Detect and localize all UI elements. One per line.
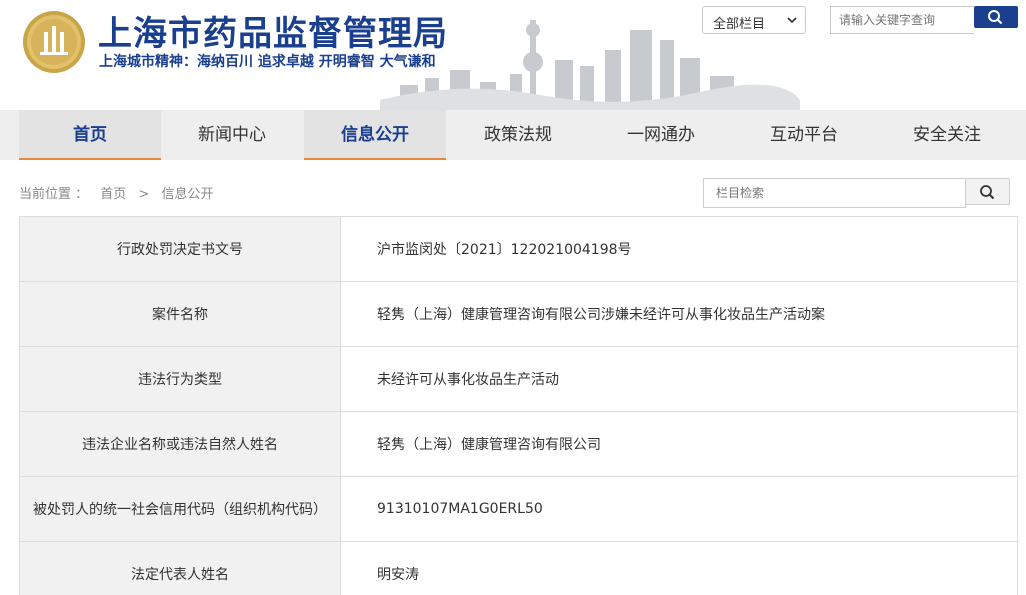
site-header: 上海市药品监督管理局 上海城市精神：海纳百川 追求卓越 开明睿智 大气谦和 全部… [0, 0, 1026, 110]
breadcrumb-separator: > [138, 187, 150, 202]
row-label: 法定代表人姓名 [19, 541, 341, 595]
row-value: 轻隽（上海）健康管理咨询有限公司 [340, 411, 1018, 477]
nav-item-interaction[interactable]: 互动平台 [733, 110, 875, 160]
table-row: 违法企业名称或违法自然人姓名 轻隽（上海）健康管理咨询有限公司 [19, 411, 1018, 477]
emblem-logo [23, 11, 85, 73]
row-label: 违法行为类型 [19, 346, 341, 412]
scope-select[interactable]: 全部栏目 [702, 6, 806, 34]
table-row: 法定代表人姓名 明安涛 [19, 541, 1018, 595]
chevron-down-icon [787, 13, 797, 27]
row-value: 沪市监闵处〔2021〕122021004198号 [340, 216, 1018, 282]
search-icon [988, 10, 1003, 25]
scope-select-value: 全部栏目 [713, 17, 766, 32]
column-search-button[interactable] [966, 178, 1010, 205]
row-label: 违法企业名称或违法自然人姓名 [19, 411, 341, 477]
nav-item-news[interactable]: 新闻中心 [161, 110, 303, 160]
table-row: 案件名称 轻隽（上海）健康管理咨询有限公司涉嫌未经许可从事化妆品生产活动案 [19, 281, 1018, 347]
penalty-detail-table: 行政处罚决定书文号 沪市监闵处〔2021〕122021004198号 案件名称 … [19, 216, 1018, 595]
breadcrumb: 当前位置 ： 首页 > 信息公开 [19, 183, 222, 202]
site-motto: 上海城市精神：海纳百川 追求卓越 开明睿智 大气谦和 [99, 54, 436, 70]
nav-item-home[interactable]: 首页 [19, 110, 161, 160]
site-title: 上海市药品监督管理局 [98, 14, 448, 54]
nav-item-safety[interactable]: 安全关注 [876, 110, 1018, 160]
nav-item-services[interactable]: 一网通办 [590, 110, 732, 160]
row-label: 行政处罚决定书文号 [19, 216, 341, 282]
table-row: 违法行为类型 未经许可从事化妆品生产活动 [19, 346, 1018, 412]
row-value: 91310107MA1G0ERL50 [340, 476, 1018, 542]
main-nav: 首页 新闻中心 信息公开 政策法规 一网通办 互动平台 安全关注 [0, 110, 1026, 160]
column-search-input[interactable] [703, 178, 966, 208]
row-label: 案件名称 [19, 281, 341, 347]
breadcrumb-prefix: 当前位置 ： [19, 187, 89, 202]
breadcrumb-home-link[interactable]: 首页 [100, 187, 126, 202]
table-row: 被处罚人的统一社会信用代码（组织机构代码） 91310107MA1G0ERL50 [19, 476, 1018, 542]
site-search-input[interactable] [830, 6, 974, 34]
row-value: 轻隽（上海）健康管理咨询有限公司涉嫌未经许可从事化妆品生产活动案 [340, 281, 1018, 347]
nav-item-disclosure[interactable]: 信息公开 [304, 110, 446, 160]
table-row: 行政处罚决定书文号 沪市监闵处〔2021〕122021004198号 [19, 216, 1018, 282]
nav-item-policy[interactable]: 政策法规 [447, 110, 589, 160]
row-label: 被处罚人的统一社会信用代码（组织机构代码） [19, 476, 341, 542]
site-search-button[interactable] [974, 6, 1018, 28]
breadcrumb-current-link[interactable]: 信息公开 [161, 187, 213, 202]
row-value: 未经许可从事化妆品生产活动 [340, 346, 1018, 412]
search-icon [980, 185, 995, 200]
row-value: 明安涛 [340, 541, 1018, 595]
